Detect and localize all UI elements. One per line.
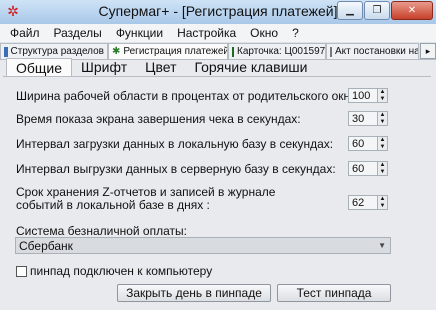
tab-card[interactable]: Карточка: Ц001597 [228, 43, 326, 59]
settings-tabs: Общие Шрифт Цвет Горячие клавиши [6, 58, 316, 76]
tab-act[interactable]: Акт постановки на [326, 43, 419, 59]
window-controls: ▁ ❐ ✕ [337, 1, 433, 20]
grid-icon [4, 46, 8, 57]
title-bar: ✲ Супермаг+ - [Регистрация платежей] ▁ ❐… [0, 0, 436, 25]
tab-structure[interactable]: Структура разделов [0, 43, 108, 59]
stepper-arrows[interactable]: ▲ ▼ [377, 196, 387, 209]
tab-general[interactable]: Общие [6, 58, 73, 76]
stepper-arrows[interactable]: ▲ ▼ [377, 89, 387, 102]
star-icon: ✱ [112, 45, 121, 57]
stepper-arrows[interactable]: ▲ ▼ [377, 137, 387, 150]
arrow-down-icon[interactable]: ▼ [378, 169, 387, 176]
receipt-screen-time-stepper[interactable]: 30 ▲ ▼ [348, 111, 388, 126]
storage-period-stepper[interactable]: 62 ▲ ▼ [348, 195, 388, 210]
tab-label: Карточка: Ц001597 [237, 46, 326, 57]
upload-interval-stepper[interactable]: 60 ▲ ▼ [348, 161, 388, 176]
storage-period-label-line1: Срок хранения Z-отчетов и записей в журн… [16, 185, 276, 199]
menu-settings[interactable]: Настройка [170, 24, 243, 42]
cashless-system-select[interactable]: Сбербанк ▼ [15, 237, 391, 254]
tab-font[interactable]: Шрифт [72, 58, 136, 76]
test-pinpad-button[interactable]: Тест пинпада [277, 284, 391, 302]
tab-scroll-button[interactable]: ▸ [420, 43, 436, 59]
tab-label: Регистрация платежей [123, 46, 228, 57]
chevron-down-icon[interactable]: ▼ [378, 241, 386, 250]
arrow-down-icon[interactable]: ▼ [378, 203, 387, 210]
menu-sections[interactable]: Разделы [47, 24, 109, 42]
workarea-width-label: Ширина рабочей области в процентах от ро… [16, 89, 361, 103]
pinpad-connected-checkbox[interactable] [16, 266, 27, 277]
arrow-down-icon[interactable]: ▼ [378, 144, 387, 151]
stepper-arrows[interactable]: ▲ ▼ [377, 112, 387, 125]
restore-button[interactable]: ❐ [364, 1, 390, 20]
receipt-screen-time-label: Время показа экрана завершения чека в се… [16, 112, 301, 126]
stepper-value: 62 [352, 197, 365, 209]
close-window-button[interactable]: ✕ [391, 1, 433, 20]
tab-color[interactable]: Цвет [136, 58, 185, 76]
stepper-value: 60 [352, 163, 365, 175]
upload-interval-label: Интервал выгрузки данных в серверную баз… [16, 162, 336, 176]
document-icon [330, 46, 332, 57]
tab-label: Акт постановки на [335, 46, 419, 57]
minimize-button[interactable]: ▁ [337, 1, 363, 20]
stepper-arrows[interactable]: ▲ ▼ [377, 162, 387, 175]
menu-file[interactable]: Файл [0, 24, 47, 42]
workarea-width-stepper[interactable]: 100 ▲ ▼ [348, 88, 388, 103]
general-settings-panel: Ширина рабочей области в процентах от ро… [3, 76, 431, 309]
chevron-right-icon: ▸ [425, 45, 431, 56]
menu-bar: Файл Разделы Функции Настройка Окно ? [0, 24, 436, 42]
close-day-pinpad-button[interactable]: Закрыть день в пинпаде [117, 284, 271, 302]
load-interval-label: Интервал загрузки данных в локальную баз… [16, 137, 334, 151]
storage-period-label-line2: событий в локальной базе в днях : [16, 198, 210, 212]
menu-help[interactable]: ? [285, 24, 306, 42]
stepper-value: 30 [352, 113, 365, 125]
arrow-down-icon[interactable]: ▼ [378, 119, 387, 126]
pinpad-connected-label: пинпад подключен к компьютеру [30, 264, 213, 278]
tab-payment-registration[interactable]: ✱ Регистрация платежей ✕ [108, 43, 228, 59]
menu-window[interactable]: Окно [243, 24, 285, 42]
menu-functions[interactable]: Функции [109, 24, 170, 42]
stepper-value: 100 [352, 90, 371, 102]
select-value: Сбербанк [19, 239, 73, 253]
load-interval-stepper[interactable]: 60 ▲ ▼ [348, 136, 388, 151]
cashless-system-label: Система безналичной оплаты: [16, 224, 187, 238]
tab-label: Структура разделов [10, 46, 104, 57]
stepper-value: 60 [352, 138, 365, 150]
arrow-down-icon[interactable]: ▼ [378, 96, 387, 103]
card-icon [232, 46, 234, 57]
tab-hotkeys[interactable]: Горячие клавиши [185, 58, 316, 76]
